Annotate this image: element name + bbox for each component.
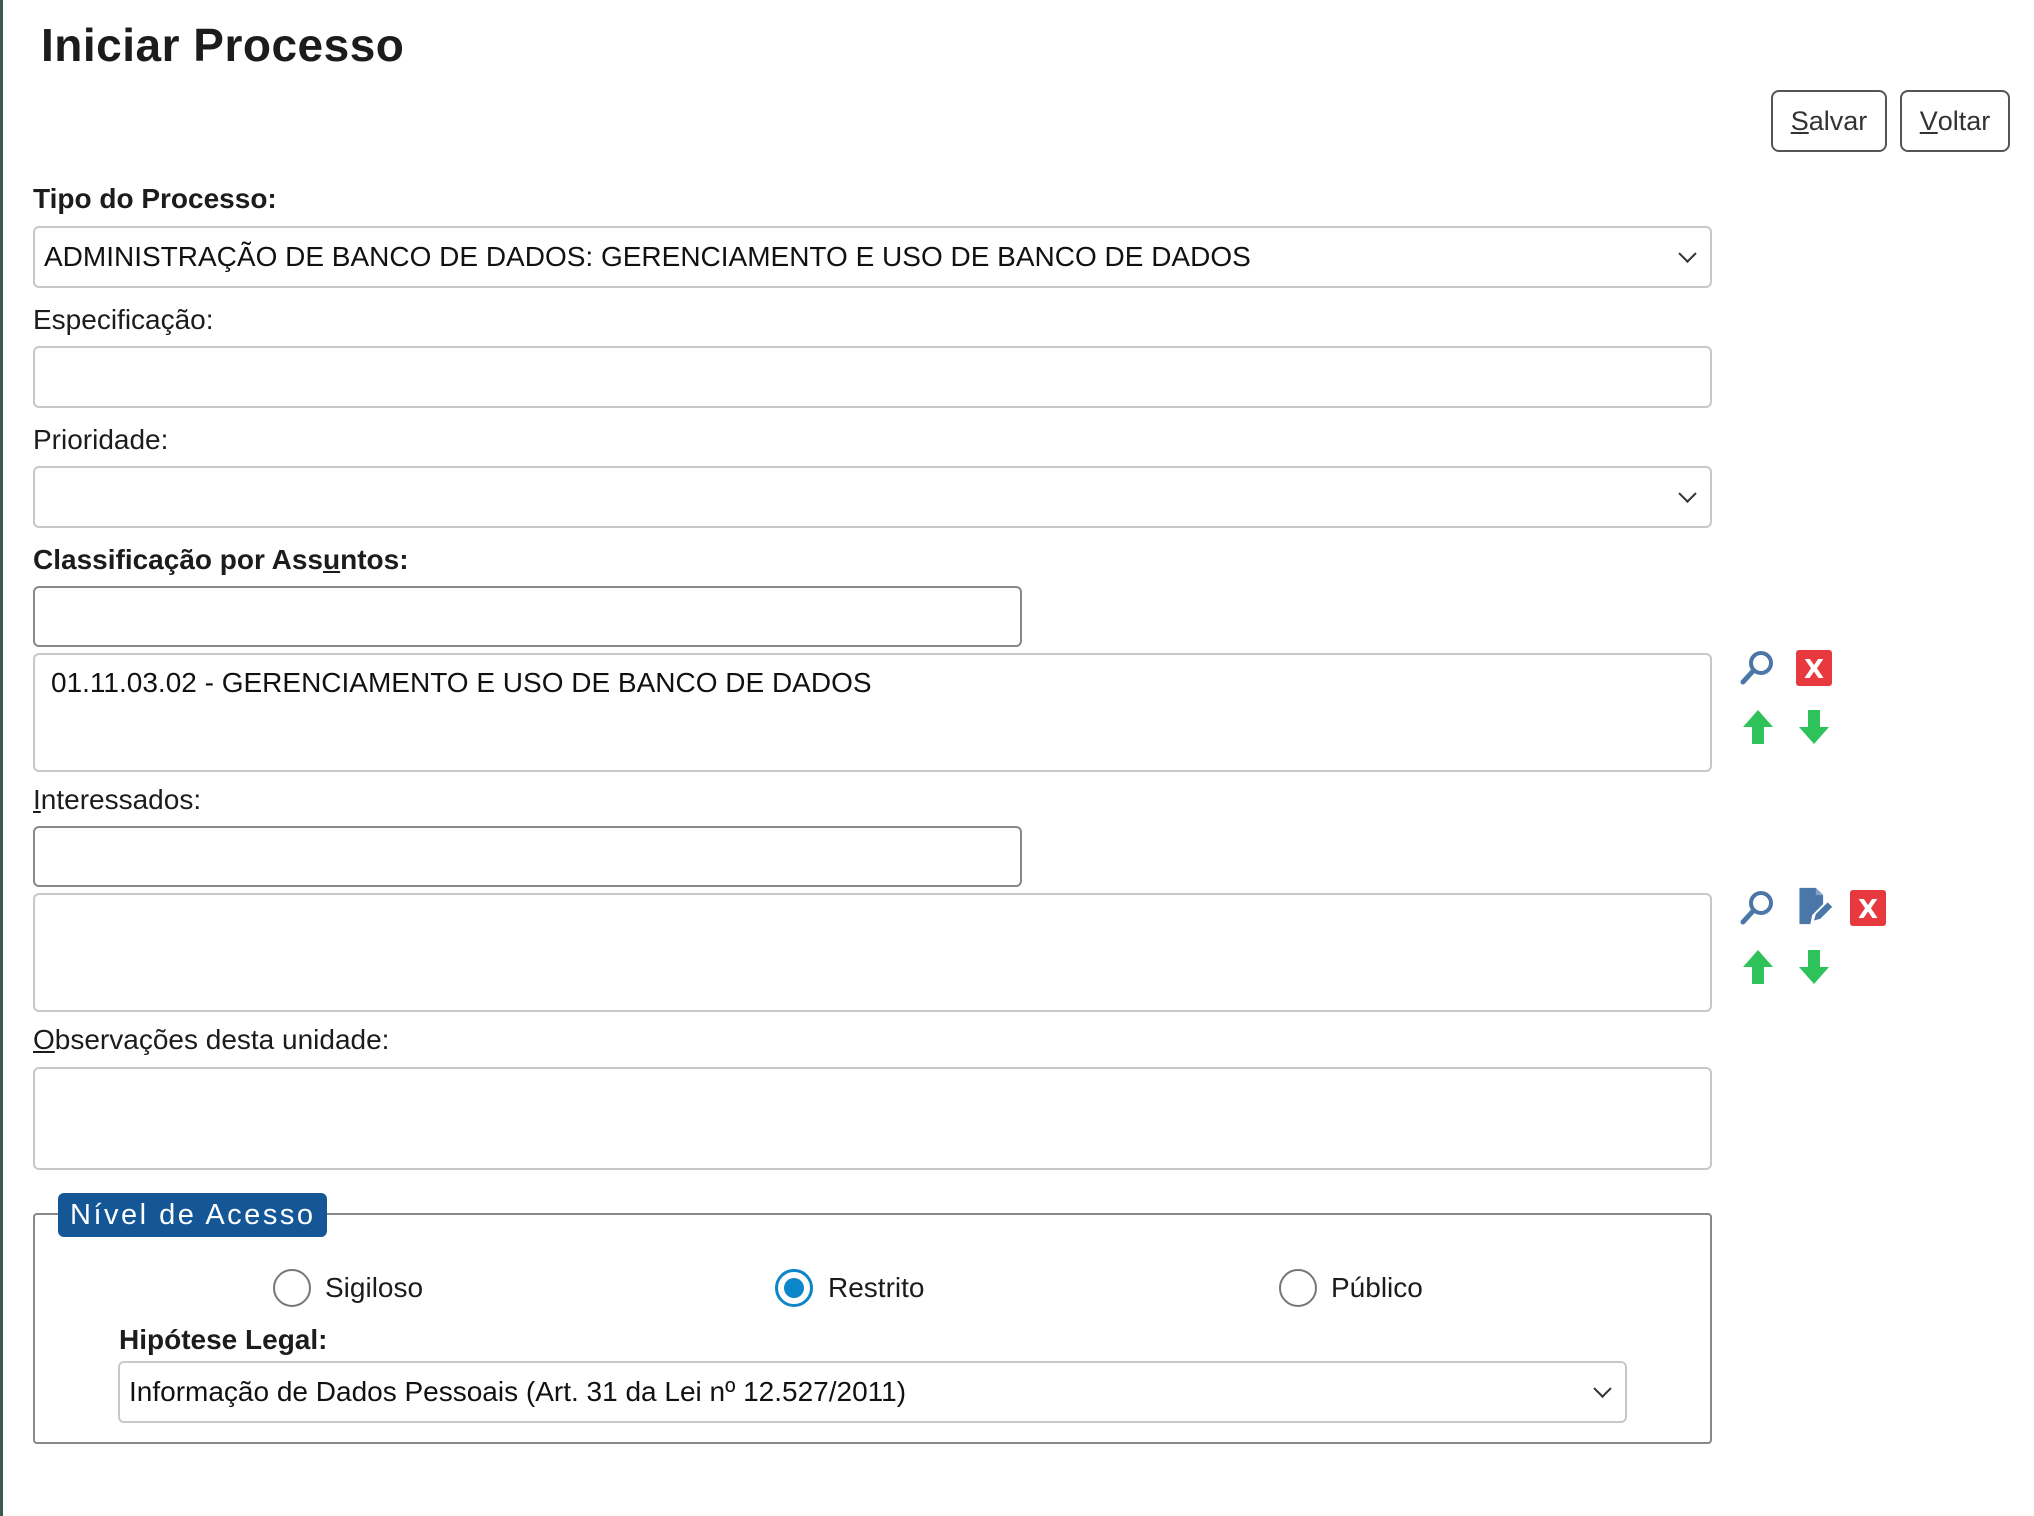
- remove-x-icon[interactable]: X: [1794, 648, 1834, 688]
- arrow-up-icon[interactable]: [1738, 947, 1778, 987]
- save-button-accesskey: S: [1790, 105, 1809, 136]
- radio-sigiloso-label[interactable]: Sigiloso: [325, 1272, 423, 1304]
- radio-restrito[interactable]: [775, 1269, 813, 1307]
- prioridade-label: Prioridade:: [33, 424, 169, 455]
- hipotese-legal-select[interactable]: Informação de Dados Pessoais (Art. 31 da…: [118, 1361, 1627, 1423]
- interessados-label: Interessados:: [33, 784, 202, 815]
- back-button[interactable]: Voltar: [1900, 90, 2010, 152]
- magnifier-icon[interactable]: [1738, 888, 1778, 928]
- interessados-list[interactable]: [33, 893, 1712, 1012]
- arrow-down-icon[interactable]: [1794, 947, 1834, 987]
- radio-restrito-label[interactable]: Restrito: [828, 1272, 924, 1304]
- radio-publico[interactable]: [1279, 1269, 1317, 1307]
- especificacao-input[interactable]: [33, 346, 1712, 408]
- arrow-down-icon[interactable]: [1794, 707, 1834, 747]
- assuntos-search-input[interactable]: [33, 586, 1022, 647]
- especificacao-label: Especificação:: [33, 304, 214, 335]
- observacoes-textarea[interactable]: [33, 1067, 1712, 1170]
- prioridade-select[interactable]: [33, 466, 1712, 528]
- edit-document-icon[interactable]: [1794, 886, 1834, 926]
- chevron-down-icon: [1593, 1379, 1612, 1398]
- radio-sigiloso[interactable]: [273, 1269, 311, 1307]
- observacoes-label: Observações desta unidade:: [33, 1024, 390, 1055]
- radio-publico-label[interactable]: Público: [1331, 1272, 1423, 1304]
- list-item[interactable]: 01.11.03.02 - GERENCIAMENTO E USO DE BAN…: [51, 667, 872, 699]
- page-title: Iniciar Processo: [41, 19, 405, 71]
- window-left-border: [0, 0, 3, 1516]
- svg-text:X: X: [1858, 895, 1878, 925]
- chevron-down-icon: [1678, 244, 1697, 263]
- arrow-up-icon[interactable]: [1738, 707, 1778, 747]
- svg-text:X: X: [1804, 655, 1824, 685]
- save-button-label: alvar: [1808, 105, 1868, 136]
- nivel-acesso-legend: Nível de Acesso: [58, 1193, 328, 1237]
- tipo-processo-label: Tipo do Processo:: [33, 183, 277, 214]
- magnifier-icon[interactable]: [1738, 648, 1778, 688]
- back-button-label: oltar: [1937, 105, 1991, 136]
- tipo-processo-value: ADMINISTRAÇÃO DE BANCO DE DADOS: GERENCI…: [44, 241, 1251, 272]
- assuntos-list[interactable]: 01.11.03.02 - GERENCIAMENTO E USO DE BAN…: [33, 653, 1712, 772]
- hipotese-legal-label: Hipótese Legal:: [119, 1324, 328, 1355]
- remove-x-icon[interactable]: X: [1848, 888, 1888, 928]
- tipo-processo-select[interactable]: ADMINISTRAÇÃO DE BANCO DE DADOS: GERENCI…: [33, 226, 1712, 288]
- interessados-search-input[interactable]: [33, 826, 1022, 887]
- back-button-accesskey: V: [1919, 105, 1938, 136]
- chevron-down-icon: [1678, 484, 1697, 503]
- hipotese-legal-value: Informação de Dados Pessoais (Art. 31 da…: [129, 1376, 907, 1407]
- save-button[interactable]: Salvar: [1771, 90, 1887, 152]
- assuntos-label: Classificação por Assuntos:: [33, 544, 409, 575]
